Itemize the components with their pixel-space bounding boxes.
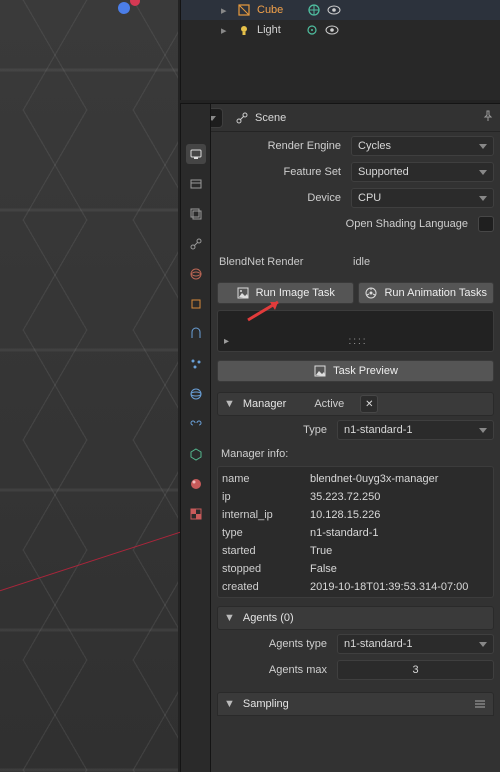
osl-checkbox[interactable]	[478, 216, 494, 232]
kv-val: 10.128.15.226	[310, 509, 489, 521]
eye-icon[interactable]	[325, 23, 339, 37]
tab-render[interactable]	[186, 144, 206, 164]
agents-max-input[interactable]: 3	[337, 660, 494, 680]
device-select[interactable]: CPU	[351, 188, 494, 208]
tab-material[interactable]	[186, 474, 206, 494]
kv-key: name	[222, 473, 304, 485]
outliner-item-label: Cube	[257, 4, 283, 16]
kv-key: internal_ip	[222, 509, 304, 521]
image-icon	[313, 364, 327, 378]
agents-max-label: Agents max	[217, 664, 331, 676]
lightdata-icon	[305, 23, 319, 37]
outliner-item-light[interactable]: ▸ Light	[181, 20, 500, 40]
sampling-subpanel-header[interactable]: ▼ Sampling	[217, 692, 494, 716]
preview-placeholder: ::::	[348, 336, 367, 347]
blendnet-status: idle	[351, 256, 494, 268]
viewport-3d[interactable]	[0, 0, 178, 772]
outliner-item-label: Light	[257, 24, 281, 36]
disclosure-triangle-icon: ▸	[221, 4, 231, 17]
kv-val: 35.223.72.250	[310, 491, 489, 503]
tab-viewlayer[interactable]	[186, 204, 206, 224]
chevron-down-icon: ▼	[224, 698, 235, 710]
properties-tab-column	[181, 104, 211, 772]
agents-subpanel-header[interactable]: ▼ Agents (0)	[217, 606, 494, 630]
kv-val: False	[310, 563, 489, 575]
light-icon	[237, 23, 251, 37]
scene-icon	[235, 111, 249, 125]
agents-header-text: Agents (0)	[243, 612, 294, 624]
outliner-panel: ▸ Cube ▸ Light	[180, 0, 500, 100]
kv-key: type	[222, 527, 304, 539]
manager-type-select[interactable]: n1-standard-1	[337, 420, 494, 440]
animation-icon	[364, 286, 378, 300]
data-icon	[307, 3, 321, 17]
run-image-task-button[interactable]: Run Image Task	[217, 282, 354, 304]
gizmo-z-dot	[118, 2, 130, 14]
feature-set-label: Feature Set	[217, 166, 345, 178]
tab-texture[interactable]	[186, 504, 206, 524]
sampling-header-text: Sampling	[243, 698, 289, 710]
agents-type-label: Agents type	[217, 638, 331, 650]
kv-val: True	[310, 545, 489, 557]
manager-subpanel-header[interactable]: ▼ Manager Active ✕	[217, 392, 494, 416]
context-header: Scene	[211, 104, 500, 132]
manager-header-text: Manager	[243, 398, 286, 410]
kv-val: n1-standard-1	[310, 527, 489, 539]
run-animation-tasks-button[interactable]: Run Animation Tasks	[358, 282, 495, 304]
blendnet-title: BlendNet Render	[217, 256, 345, 268]
kv-val: blendnet-0uyg3x-manager	[310, 473, 489, 485]
task-preview-button[interactable]: Task Preview	[217, 360, 494, 382]
manager-info-label: Manager info:	[217, 442, 494, 460]
kv-val: 2019-10-18T01:39:53.314-07:00	[310, 581, 489, 593]
outliner-item-cube[interactable]: ▸ Cube	[181, 0, 500, 20]
gizmo-x-dot	[130, 0, 140, 6]
kv-key: stopped	[222, 563, 304, 575]
image-icon	[236, 286, 250, 300]
tab-physics[interactable]	[186, 384, 206, 404]
kv-key: started	[222, 545, 304, 557]
manager-close-button[interactable]: ✕	[360, 395, 378, 413]
properties-editor: Scene Render Engine Cycles Feature Set S…	[180, 103, 500, 772]
tab-world[interactable]	[186, 264, 206, 284]
render-engine-select[interactable]: Cycles	[351, 136, 494, 156]
manager-type-label: Type	[217, 424, 331, 436]
eye-icon[interactable]	[327, 3, 341, 17]
manager-info-table: name blendnet-0uyg3x-manager ip 35.223.72.…	[217, 466, 494, 598]
properties-panel-body: Scene Render Engine Cycles Feature Set S…	[211, 104, 500, 772]
render-engine-label: Render Engine	[217, 140, 345, 152]
pin-icon[interactable]	[482, 110, 498, 125]
tab-scene[interactable]	[186, 234, 206, 254]
agents-type-select[interactable]: n1-standard-1	[337, 634, 494, 654]
device-label: Device	[217, 192, 345, 204]
disclosure-triangle-icon: ▸	[221, 24, 231, 37]
feature-set-select[interactable]: Supported	[351, 162, 494, 182]
tab-data[interactable]	[186, 444, 206, 464]
options-icon[interactable]	[473, 697, 487, 711]
mesh-icon	[237, 3, 251, 17]
tab-object[interactable]	[186, 294, 206, 314]
tab-particles[interactable]	[186, 354, 206, 374]
kv-key: ip	[222, 491, 304, 503]
kv-key: created	[222, 581, 304, 593]
task-preview-area[interactable]: ▸ ::::	[217, 310, 494, 352]
editor-type-dropdown[interactable]	[211, 108, 223, 128]
tab-modifiers[interactable]	[186, 324, 206, 344]
chevron-down-icon: ▼	[224, 398, 235, 410]
tab-output[interactable]	[186, 174, 206, 194]
manager-status-text: Active	[314, 398, 344, 410]
preview-expand-icon[interactable]: ▸	[224, 336, 229, 347]
tab-constraints[interactable]	[186, 414, 206, 434]
osl-label: Open Shading Language	[217, 218, 472, 230]
chevron-down-icon: ▼	[224, 612, 235, 624]
context-scene-label: Scene	[255, 112, 286, 124]
nav-gizmo[interactable]	[118, 2, 130, 14]
